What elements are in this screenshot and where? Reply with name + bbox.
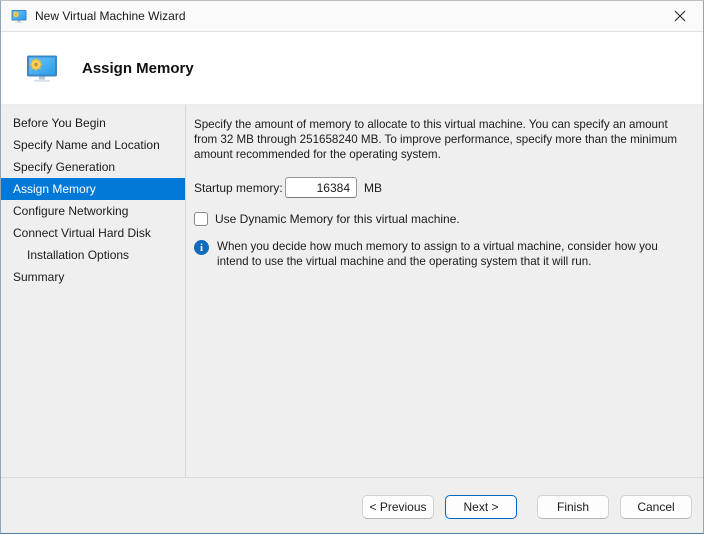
info-icon: i (194, 240, 209, 255)
page-header: Assign Memory (1, 32, 703, 105)
wizard-steps-sidebar: Before You Begin Specify Name and Locati… (1, 105, 186, 477)
page-content: Specify the amount of memory to allocate… (186, 105, 703, 477)
sidebar-item-configure-networking[interactable]: Configure Networking (1, 200, 185, 222)
sidebar-item-connect-virtual-hard-disk[interactable]: Connect Virtual Hard Disk (1, 222, 185, 244)
vm-monitor-icon (11, 9, 27, 24)
sidebar-item-summary[interactable]: Summary (1, 266, 185, 288)
startup-memory-unit: MB (364, 181, 382, 195)
wizard-body: Before You Begin Specify Name and Locati… (1, 105, 703, 477)
info-note-text: When you decide how much memory to assig… (217, 239, 691, 269)
dynamic-memory-row: Use Dynamic Memory for this virtual mach… (194, 212, 691, 226)
sidebar-item-installation-options[interactable]: Installation Options (1, 244, 185, 266)
sidebar-item-specify-name-and-location[interactable]: Specify Name and Location (1, 134, 185, 156)
title-bar: New Virtual Machine Wizard (1, 1, 703, 32)
close-button[interactable] (657, 1, 703, 31)
page-title: Assign Memory (82, 60, 194, 77)
close-icon (674, 10, 686, 22)
previous-button[interactable]: < Previous (362, 495, 434, 519)
wizard-footer: < Previous Next > Finish Cancel (1, 477, 703, 534)
memory-description-text: Specify the amount of memory to allocate… (194, 117, 691, 162)
dynamic-memory-checkbox[interactable] (194, 212, 208, 226)
info-note-row: i When you decide how much memory to ass… (194, 239, 691, 269)
vm-monitor-icon (26, 54, 58, 83)
wizard-window: New Virtual Machine Wizard Assign Memory… (0, 0, 704, 534)
next-button[interactable]: Next > (445, 495, 517, 519)
finish-button[interactable]: Finish (537, 495, 609, 519)
startup-memory-label: Startup memory: (194, 181, 285, 195)
sidebar-item-specify-generation[interactable]: Specify Generation (1, 156, 185, 178)
dynamic-memory-label: Use Dynamic Memory for this virtual mach… (215, 212, 460, 226)
startup-memory-row: Startup memory: MB (194, 177, 691, 198)
startup-memory-input[interactable] (285, 177, 357, 198)
sidebar-item-assign-memory[interactable]: Assign Memory (1, 178, 185, 200)
sidebar-item-before-you-begin[interactable]: Before You Begin (1, 112, 185, 134)
cancel-button[interactable]: Cancel (620, 495, 692, 519)
window-title: New Virtual Machine Wizard (35, 9, 186, 23)
